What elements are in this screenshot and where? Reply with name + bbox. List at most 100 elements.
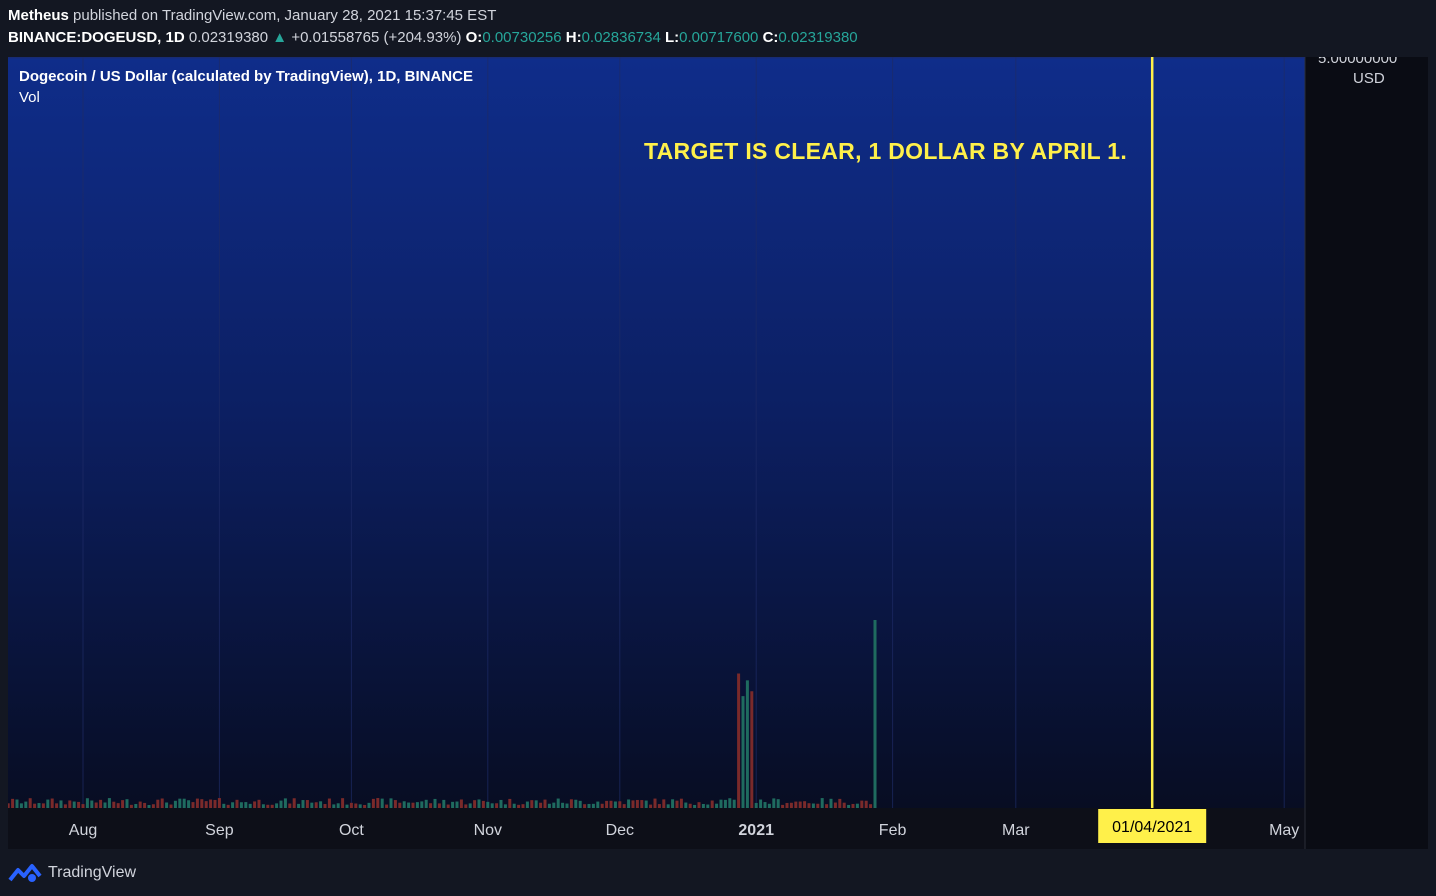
- volume-bar: [723, 799, 727, 808]
- volume-bar: [574, 799, 578, 808]
- volume-bar: [825, 804, 829, 808]
- time-tick-label: Dec: [606, 822, 634, 839]
- volume-bar: [235, 799, 239, 808]
- volume-bar: [314, 802, 318, 808]
- volume-bar: [349, 802, 353, 808]
- volume-bar: [99, 799, 103, 808]
- volume-bar: [15, 799, 19, 808]
- volume-bar: [59, 800, 63, 808]
- volume-bar: [807, 803, 811, 808]
- volume-bar: [433, 798, 437, 808]
- volume-bar: [798, 801, 802, 808]
- volume-bar: [222, 803, 226, 808]
- volume-bar: [85, 798, 89, 808]
- volume-bar: [248, 803, 252, 808]
- author-name[interactable]: Metheus: [8, 7, 69, 24]
- volume-bar: [627, 799, 631, 808]
- volume-bar: [380, 798, 384, 808]
- volume-bar: [662, 799, 666, 808]
- volume-bar: [266, 804, 270, 808]
- footer-brand[interactable]: TradingView: [8, 860, 136, 886]
- volume-bar: [385, 804, 389, 808]
- volume-bar: [442, 799, 446, 808]
- volume-bar: [363, 804, 367, 808]
- time-tick-label: Feb: [879, 822, 907, 839]
- volume-bar: [794, 801, 798, 808]
- low-label: L:: [664, 29, 680, 46]
- volume-bar: [547, 803, 551, 808]
- volume-bar: [671, 799, 675, 808]
- volume-bar: [90, 800, 94, 808]
- volume-bar: [415, 802, 419, 808]
- volume-bar: [160, 798, 164, 808]
- volume-bar: [869, 804, 873, 808]
- volume-bar: [63, 804, 67, 808]
- footer-brand-name: TradingView: [48, 864, 137, 881]
- volume-bar: [605, 800, 609, 808]
- volume-bar: [112, 801, 116, 808]
- volume-bar: [178, 798, 182, 808]
- volume-bar: [732, 799, 736, 808]
- volume-bar: [270, 804, 274, 808]
- volume-bar: [842, 802, 846, 808]
- volume-bar: [195, 798, 199, 808]
- low-value: 0.00717600: [679, 29, 759, 46]
- volume-bar: [701, 803, 705, 808]
- volume-bar: [138, 801, 142, 808]
- volume-bar: [19, 803, 23, 808]
- last-price: 0.02319380: [188, 29, 269, 46]
- price-axis-background: [1305, 57, 1428, 849]
- currency-label: USD: [1353, 70, 1385, 87]
- volume-bar: [688, 803, 692, 808]
- volume-bar: [767, 803, 771, 808]
- volume-bar: [279, 800, 283, 808]
- volume-bar: [789, 802, 793, 808]
- volume-bar: [33, 803, 37, 808]
- volume-bar: [420, 801, 424, 808]
- ohlc-bar: BINANCE:DOGEUSD, 1D 0.02319380 ▲ +0.0155…: [8, 29, 858, 46]
- volume-bar: [46, 799, 50, 808]
- volume-bar: [367, 802, 371, 808]
- volume-bar: [424, 799, 428, 808]
- volume-bar: [530, 800, 534, 808]
- time-tick-label: Mar: [1002, 822, 1030, 839]
- volume-bar: [143, 802, 147, 808]
- volume-bar: [864, 800, 868, 808]
- volume-bar: [464, 804, 468, 808]
- volume-bar: [301, 800, 305, 808]
- volume-bar: [107, 798, 111, 808]
- volume-bar: [512, 803, 516, 808]
- change-up-icon: ▲: [272, 29, 288, 46]
- volume-bar: [209, 799, 213, 808]
- volume-bar: [77, 801, 81, 808]
- volume-bar: [613, 801, 617, 808]
- volume-bar: [156, 799, 160, 808]
- volume-bar: [811, 803, 815, 808]
- volume-bar: [217, 798, 221, 808]
- volume-bar: [297, 803, 301, 808]
- volume-bar: [631, 800, 635, 808]
- volume-bar: [354, 803, 358, 808]
- volume-bar: [446, 804, 450, 808]
- volume-bar: [182, 798, 186, 808]
- volume-bar: [684, 802, 688, 808]
- price-change: +0.01558765 (+204.93%): [291, 29, 462, 46]
- price-tick-label: 5.00000000: [1318, 57, 1397, 67]
- volume-bar: [649, 804, 653, 808]
- volume-bar: [517, 804, 521, 808]
- volume-bar: [341, 798, 345, 808]
- time-tick-label: Nov: [474, 822, 502, 839]
- volume-bar: [759, 799, 763, 808]
- volume-bar: [490, 803, 494, 808]
- volume-bar: [191, 802, 195, 808]
- time-tick-label: 2021: [738, 822, 774, 839]
- volume-bar: [552, 802, 556, 808]
- volume-bar: [481, 800, 485, 808]
- volume-bar: [622, 804, 626, 808]
- volume-bar: [345, 804, 349, 808]
- volume-bar: [860, 800, 864, 808]
- volume-bar: [398, 802, 402, 808]
- volume-bar: [376, 798, 380, 808]
- price-chart[interactable]: 5.00000000 USD Aug Sep Oct Nov Dec 2021 Feb Mar M…: [8, 57, 1428, 849]
- volume-bar: [534, 800, 538, 808]
